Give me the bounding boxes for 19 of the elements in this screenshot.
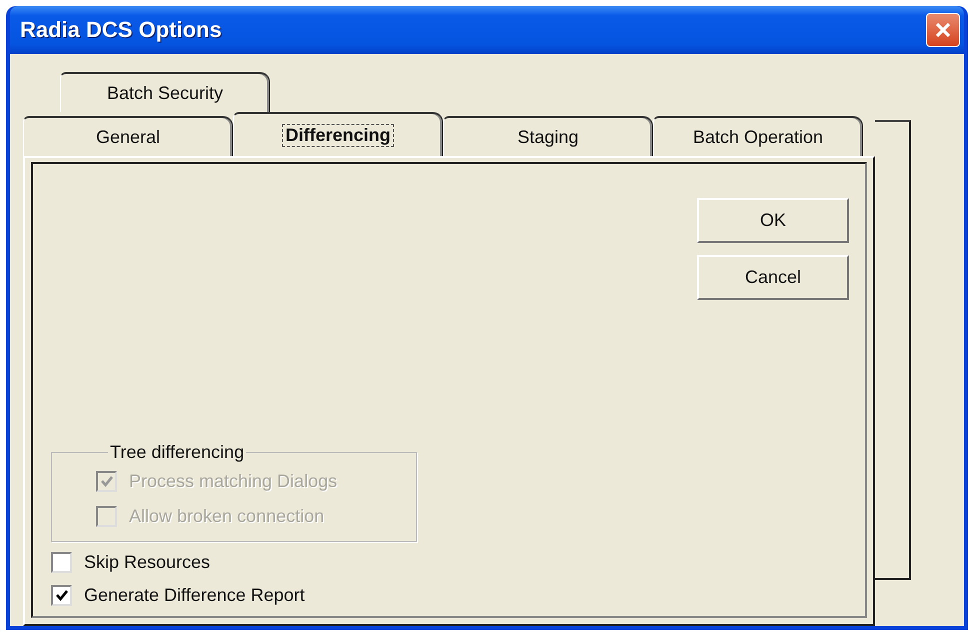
checkbox-label: Process matching Dialogs [129, 471, 338, 492]
checkmark-icon [100, 476, 112, 487]
checkmark-icon [56, 590, 68, 601]
cancel-button[interactable]: Cancel [697, 255, 849, 300]
close-icon [934, 21, 952, 39]
window-title: Radia DCS Options [20, 17, 222, 43]
ok-button[interactable]: OK [697, 198, 849, 243]
checkbox[interactable] [51, 552, 72, 573]
checkbox-label: Generate Difference Report [84, 585, 305, 606]
checkbox-label: Allow broken connection [129, 506, 324, 527]
tab[interactable]: Batch Security [60, 72, 270, 112]
tab[interactable]: Staging [443, 116, 653, 156]
group-title: Tree differencing [109, 442, 246, 463]
checkbox-label: Skip Resources [84, 552, 210, 573]
tab[interactable]: General [23, 116, 233, 156]
close-button[interactable] [926, 13, 960, 47]
tab[interactable]: Differencing [233, 112, 443, 156]
tab[interactable]: Batch Operation [653, 116, 863, 156]
checkbox[interactable] [51, 585, 72, 606]
